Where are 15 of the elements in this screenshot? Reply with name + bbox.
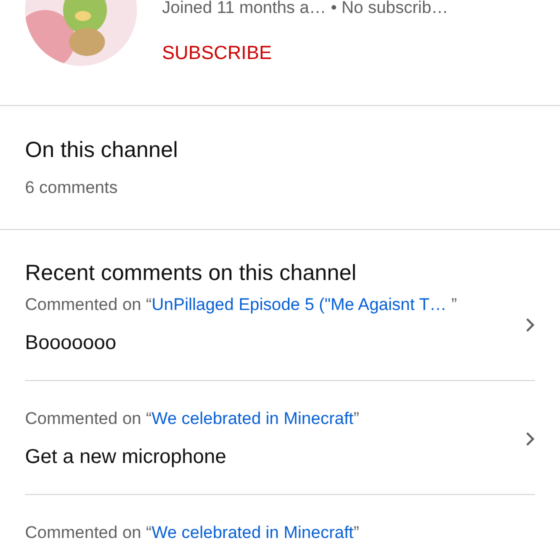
video-link[interactable]: We celebrated in Minecraft (152, 409, 354, 428)
comment-context: Commented on “We celebrated in Minecraft” (25, 408, 360, 430)
comment-text: Get a new microphone (25, 445, 228, 470)
comment-context: Commented on “We celebrated in Minecraft” (25, 522, 360, 544)
chevron-icon[interactable] (525, 317, 535, 333)
comment-count: 6 comments (25, 178, 119, 198)
subscribe-button[interactable]: SUBSCRIBE (162, 42, 272, 66)
section-title: On this channel (25, 136, 179, 164)
video-link[interactable]: We celebrated in Minecraft (152, 523, 354, 542)
comment-text: Booooooo (25, 331, 118, 356)
chevron-icon[interactable] (525, 431, 535, 447)
comment-context: Commented on “UnPillaged Episode 5 ("Me Agaisnt T… ” (25, 294, 458, 316)
channel-info: Joined 11 months a… • No subscrib… (162, 0, 448, 18)
section-title: Recent comments on this channel (25, 259, 358, 287)
video-link[interactable]: UnPillaged Episode 5 ("Me Agaisnt T… (152, 295, 447, 314)
